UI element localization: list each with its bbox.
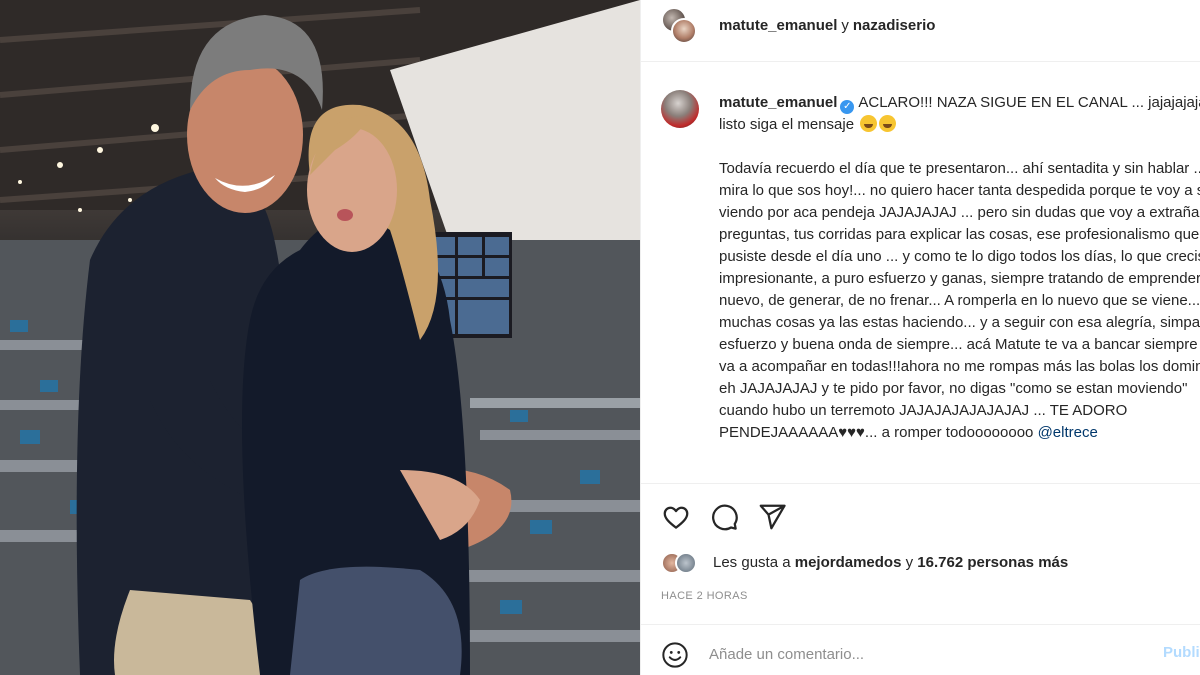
rolling-laughing-emoji-icon (860, 115, 878, 132)
post-header: matute_emanuel y nazadiserio (641, 0, 1200, 62)
likes-connector: y (905, 554, 914, 571)
caption-text: matute_emanuel ✓ ACLARO!!! NAZA SIGUE EN E… (719, 92, 1200, 444)
collab-avatars[interactable] (661, 7, 701, 47)
likes-prefix: Les gusta a (713, 554, 791, 571)
caption-mention-link[interactable]: @eltrece (1038, 424, 1098, 441)
caption-body-text: Todavía recuerdo el día que te presentar… (719, 160, 1200, 441)
post-photo[interactable] (0, 0, 640, 675)
comment-input[interactable] (709, 639, 1139, 669)
caption-body: Todavía recuerdo el día que te presentar… (719, 158, 1200, 444)
header-usernames: matute_emanuel y nazadiserio (719, 16, 935, 36)
verified-badge-icon: ✓ (840, 100, 855, 114)
caption-username[interactable]: matute_emanuel (719, 94, 837, 111)
post-details-panel: matute_emanuel y nazadiserio matute_emanue… (640, 0, 1200, 675)
photo-illustration (0, 0, 640, 675)
likes-count-link[interactable]: 16.762 personas más (917, 554, 1068, 571)
comment-icon[interactable] (709, 502, 739, 532)
smiley-icon[interactable] (661, 641, 689, 669)
header-username-2[interactable]: nazadiserio (853, 17, 936, 34)
avatar[interactable] (661, 90, 699, 128)
header-separator: y (841, 17, 849, 34)
likes-text: Les gusta a mejordamedos y 16.762 person… (713, 553, 1068, 573)
post-timestamp[interactable]: HACE 2 HORAS (661, 590, 748, 602)
caption-section: matute_emanuel ✓ ACLARO!!! NAZA SIGUE EN E… (641, 62, 1200, 484)
likes-user-link[interactable]: mejordamedos (795, 554, 902, 571)
avatar[interactable] (671, 18, 697, 44)
comment-bar: Publicar (641, 624, 1200, 675)
action-bar (641, 484, 1200, 548)
paper-plane-icon[interactable] (757, 502, 787, 532)
publish-button[interactable]: Publicar (1163, 644, 1200, 661)
heart-icon[interactable] (661, 502, 691, 532)
header-username-1[interactable]: matute_emanuel (719, 17, 837, 34)
rolling-laughing-emoji-icon (879, 115, 897, 132)
avatar[interactable] (675, 552, 697, 574)
likes-summary: Les gusta a mejordamedos y 16.762 person… (661, 552, 1181, 576)
